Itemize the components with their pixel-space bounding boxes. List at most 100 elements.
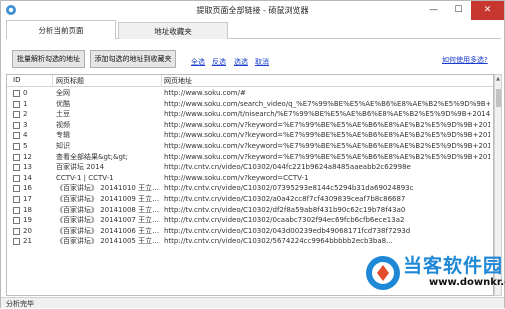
row-checkbox[interactable] (13, 164, 20, 172)
scrollbar-thumb[interactable] (496, 89, 501, 107)
minimize-button[interactable]: — (421, 1, 446, 20)
row-url: http://tv.cntv.cn/video/C10302/07395293e… (164, 184, 414, 193)
row-url: http://tv.cntv.cn/video/C10302/043d00239… (164, 226, 411, 235)
toolbar: 批量解析勾选的地址 添加勾选的地址到收藏夹 全选 反选 选选 取消 如何使用多选… (6, 39, 501, 74)
tab-analyze-page[interactable]: 分析当前页面 (6, 20, 116, 39)
row-url: http://tv.cntv.cn/video/C10302/a0a42cc8f… (164, 195, 406, 203)
select-link[interactable]: 选选 (234, 57, 248, 67)
batch-parse-button[interactable]: 批量解析勾选的地址 (12, 50, 85, 68)
row-title: 《百家讲坛》 20141007 王立… (56, 216, 160, 225)
column-divider[interactable] (161, 75, 162, 87)
row-checkbox[interactable] (13, 153, 20, 161)
row-checkbox[interactable] (13, 196, 20, 203)
row-title: 《百家讲坛》 20141008 王立… (56, 205, 160, 214)
app-window: 提取页面全部链接 - 硕鼠浏览器 — ☐ ✕ 分析当前页面 地址收藏夹 批量解析… (0, 0, 505, 308)
table-row[interactable]: 3 视频 http://www.soku.com/v?keyword=%E7%99%… (7, 120, 493, 131)
row-title: CCTV-1 | CCTV-1 (56, 173, 114, 182)
row-id: 16 (23, 184, 32, 193)
scroll-up-arrow-icon[interactable]: ▲ (495, 76, 501, 82)
table-row[interactable]: 18 《百家讲坛》 20141008 王立… http://tv.cntv.cn/v… (7, 205, 493, 216)
help-link[interactable]: 如何使用多选? (442, 55, 488, 65)
row-url: http://www.soku.com/search_video/q_%E7%9… (164, 99, 490, 108)
row-title: 《百家讲坛》 20141009 王立… (56, 195, 160, 203)
column-divider[interactable] (52, 75, 53, 87)
watermark-logo-icon (366, 256, 400, 290)
table-row[interactable]: 5 知识 http://www.soku.com/v?keyword=%E7%99%… (7, 141, 493, 152)
table-row[interactable]: 2 土豆 http://www.soku.com/t/nisearch/%E7%99… (7, 109, 493, 120)
table-header: ID 网页标题 网页地址 (7, 75, 493, 87)
row-checkbox[interactable] (13, 143, 20, 150)
row-url: http://tv.cntv.cn/video/C10302/df2f8a59a… (164, 205, 406, 214)
table-row[interactable]: 16 《百家讲坛》 20141010 王立… http://tv.cntv.cn/v… (7, 183, 493, 194)
table-row[interactable]: 14 CCTV-1 | CCTV-1 http://www.soku.com/v?k… (7, 173, 493, 184)
row-title: 专辑 (56, 131, 70, 140)
row-url: http://www.soku.com/t/nisearch/%E7%99%BE… (164, 110, 490, 119)
table-row[interactable]: 21 《百家讲坛》 20141005 王立… http://tv.cntv.cn/v… (7, 236, 493, 247)
maximize-button[interactable]: ☐ (446, 1, 471, 20)
row-title: 《百家讲坛》 20141010 王立… (56, 184, 160, 193)
watermark-text: 当客软件园 (403, 255, 504, 277)
select-all-link[interactable]: 全选 (191, 57, 205, 67)
table-row[interactable]: 17 《百家讲坛》 20141009 王立… http://tv.cntv.cn/v… (7, 194, 493, 205)
cancel-selection-link[interactable]: 取消 (255, 57, 269, 67)
table-row[interactable]: 1 优酷 http://www.soku.com/search_video/q_%E… (7, 99, 493, 110)
row-id: 13 (23, 163, 32, 172)
column-header-id[interactable]: ID (13, 76, 20, 84)
table-row[interactable]: 13 百家讲坛 2014 http://tv.cntv.cn/video/C1030… (7, 162, 493, 173)
row-url: http://tv.cntv.cn/video/C10302/0caabc730… (164, 216, 405, 225)
row-id: 12 (23, 152, 32, 161)
row-title: 土豆 (56, 110, 70, 119)
row-title: 《百家讲坛》 20141006 王立… (56, 226, 160, 235)
row-url: http://www.soku.com/v?keyword=CCTV-1 (164, 173, 309, 182)
row-url: http://www.soku.com/# (164, 89, 246, 97)
row-id: 0 (23, 89, 28, 97)
watermark: 当客软件园 www.downkr.com (363, 247, 505, 299)
row-id: 3 (23, 120, 28, 129)
row-url: http://www.soku.com/v?keyword=%E7%99%BE%… (164, 152, 490, 161)
column-header-url[interactable]: 网页地址 (164, 76, 192, 86)
row-url: http://tv.cntv.cn/video/C10302/044fc221b… (164, 163, 411, 172)
table-row[interactable]: 12 查看全部结果&gt;&gt; http://www.soku.com/v?ke… (7, 152, 493, 163)
row-id: 21 (23, 237, 32, 246)
row-checkbox[interactable] (13, 111, 20, 119)
row-id: 2 (23, 110, 28, 119)
table-row[interactable]: 20 《百家讲坛》 20141006 王立… http://tv.cntv.cn/v… (7, 226, 493, 237)
add-to-favorites-button[interactable]: 添加勾选的地址到收藏夹 (90, 50, 176, 68)
row-checkbox[interactable] (13, 100, 20, 108)
row-checkbox[interactable] (13, 132, 20, 140)
row-checkbox[interactable] (13, 174, 20, 182)
row-id: 19 (23, 216, 32, 225)
column-header-title[interactable]: 网页标题 (56, 76, 84, 86)
row-url: http://www.soku.com/v?keyword=%E7%99%BE%… (164, 131, 490, 140)
row-title: 视频 (56, 120, 70, 129)
row-id: 18 (23, 205, 32, 214)
table-row[interactable]: 19 《百家讲坛》 20141007 王立… http://tv.cntv.cn/v… (7, 215, 493, 226)
row-checkbox[interactable] (13, 238, 20, 246)
row-title: 优酷 (56, 99, 70, 108)
table-row[interactable]: 4 专辑 http://www.soku.com/v?keyword=%E7%99%… (7, 130, 493, 141)
row-checkbox[interactable] (13, 206, 20, 214)
row-checkbox[interactable] (13, 121, 20, 129)
row-url: http://www.soku.com/v?keyword=%E7%99%BE%… (164, 142, 490, 150)
row-url: http://tv.cntv.cn/video/C10302/5674224cc… (164, 237, 393, 246)
row-title: 查看全部结果&gt;&gt; (56, 152, 129, 161)
row-checkbox[interactable] (13, 227, 20, 235)
row-id: 5 (23, 142, 28, 150)
tab-strip: 分析当前页面 地址收藏夹 (6, 20, 501, 39)
row-id: 20 (23, 226, 32, 235)
row-title: 全网 (56, 89, 70, 97)
row-id: 1 (23, 99, 28, 108)
row-id: 4 (23, 131, 28, 140)
table-row[interactable]: 0 全网 http://www.soku.com/# (7, 88, 493, 99)
row-title: 知识 (56, 142, 70, 150)
close-button[interactable]: ✕ (471, 1, 504, 20)
row-title: 百家讲坛 2014 (56, 163, 105, 172)
watermark-url: www.downkr.com (429, 277, 505, 288)
tab-favorites[interactable]: 地址收藏夹 (118, 22, 228, 39)
row-checkbox[interactable] (13, 217, 20, 225)
title-bar[interactable]: 提取页面全部链接 - 硕鼠浏览器 — ☐ ✕ (1, 1, 504, 20)
row-checkbox[interactable] (13, 90, 20, 97)
invert-selection-link[interactable]: 反选 (212, 57, 226, 67)
row-url: http://www.soku.com/v?keyword=%E7%99%BE%… (164, 120, 490, 129)
row-checkbox[interactable] (13, 185, 20, 193)
